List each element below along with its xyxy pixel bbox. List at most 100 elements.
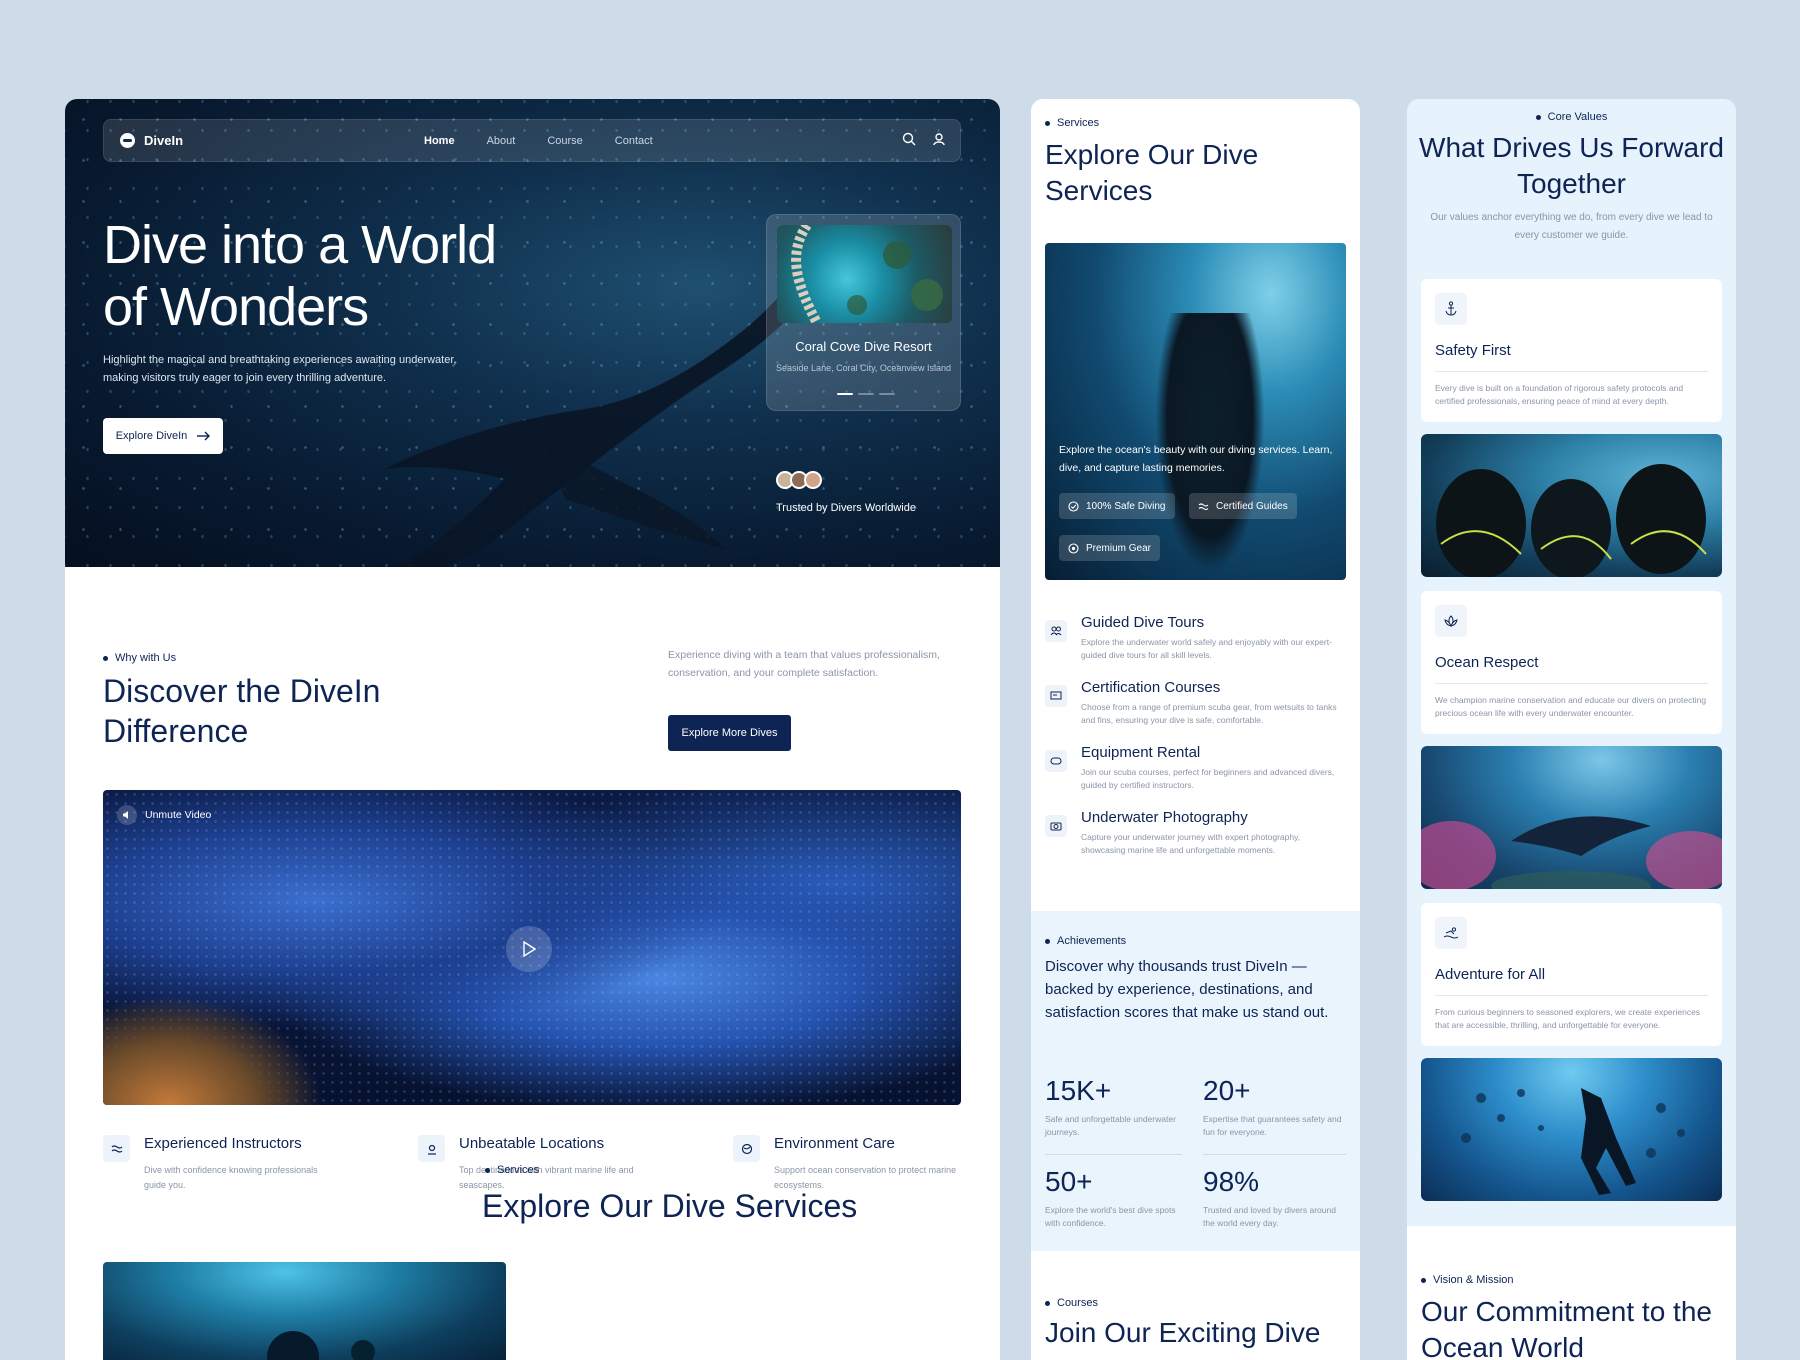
explore-divein-button[interactable]: Explore DiveIn	[103, 418, 223, 454]
trusted-text: Trusted by Divers Worldwide	[776, 502, 916, 514]
location-pin-icon	[418, 1135, 445, 1162]
premium-gear-pill: Premium Gear	[1059, 535, 1161, 561]
gear-icon	[1068, 542, 1079, 554]
achievements-text: Discover why thousands trust DiveIn — ba…	[1045, 958, 1329, 1021]
services-title: Explore Our Dive Services	[482, 1188, 858, 1224]
stat-journeys: 15K+ Safe and unforgettable underwater jo…	[1045, 1075, 1176, 1137]
unmute-video-button[interactable]: Unmute Video	[117, 805, 211, 825]
feature-title: Unbeatable Locations	[459, 1135, 605, 1152]
services-page-label: Services	[1045, 117, 1099, 129]
services-page-panel: Services Explore Our Dive Services Explo…	[1031, 99, 1360, 1360]
anchor-icon	[1435, 293, 1467, 325]
goggles-icon	[1045, 750, 1067, 772]
value-description: From curious beginners to seasoned explo…	[1435, 1007, 1701, 1030]
stat-expertise: 20+ Expertise that guarantees safety and …	[1203, 1075, 1342, 1137]
core-values-label: Core Values	[1407, 111, 1736, 123]
check-circle-icon	[1068, 500, 1079, 512]
services-label: Services	[485, 1164, 539, 1176]
speaker-icon	[117, 805, 137, 825]
diver-feature-image: Explore the ocean's beauty with our divi…	[1045, 243, 1346, 580]
value-title: Safety First	[1435, 342, 1511, 359]
why-description: Experience diving with a team that value…	[668, 649, 940, 679]
explore-divein-label: Explore DiveIn	[115, 430, 188, 442]
why-title: Discover the DiveIn Difference	[103, 673, 381, 749]
value-title: Adventure for All	[1435, 966, 1546, 983]
value-card-ocean-respect: Ocean Respect We champion marine conserv…	[1421, 591, 1722, 734]
stat-dive-spots: 50+ Explore the world's best dive spots w…	[1045, 1166, 1176, 1228]
service-title: Certification Courses	[1081, 679, 1221, 696]
resort-address: Seaside Lane, Coral City, Oceanview Isla…	[776, 363, 951, 373]
coral-decoration	[103, 995, 323, 1105]
manta-reef-photo	[1421, 746, 1722, 889]
avatar-group	[776, 471, 822, 489]
value-card-safety-first: Safety First Every dive is built on a fo…	[1421, 279, 1722, 422]
achievements-label: Achievements	[1045, 935, 1126, 947]
vision-label: Vision & Mission	[1421, 1274, 1514, 1286]
nav-course[interactable]: Course	[547, 135, 582, 147]
courses-title: Join Our Exciting Dive	[1045, 1317, 1321, 1348]
certified-guides-pill: Certified Guides	[1189, 493, 1297, 519]
group-icon	[1045, 620, 1067, 642]
service-title: Underwater Photography	[1081, 809, 1248, 826]
brand-logo[interactable]: DiveIn	[120, 133, 183, 148]
divider	[1045, 1154, 1182, 1155]
courses-label: Courses	[1045, 1297, 1098, 1309]
waves-icon	[1198, 501, 1209, 512]
video-player[interactable]: Unmute Video	[103, 790, 961, 1105]
brand-name: DiveIn	[144, 133, 184, 148]
carousel-indicator[interactable]	[837, 393, 895, 395]
user-icon[interactable]	[932, 132, 946, 146]
value-description: Every dive is built on a foundation of r…	[1435, 383, 1684, 406]
search-icon[interactable]	[902, 132, 916, 146]
swimmer-icon	[1435, 917, 1467, 949]
logo-icon	[120, 133, 135, 148]
why-label: Why with Us	[103, 652, 176, 664]
nav-icons	[902, 132, 946, 146]
divider	[1435, 683, 1708, 684]
achievements-section: Achievements Discover why thousands trus…	[1031, 911, 1360, 1251]
waves-icon	[103, 1135, 130, 1162]
feature-title: Experienced Instructors	[144, 1135, 302, 1152]
service-description: Explore the underwater world safely and …	[1081, 637, 1332, 660]
certificate-icon	[1045, 685, 1067, 707]
services-page-title: Explore Our Dive Services	[1045, 139, 1259, 206]
hero-title: Dive into a World of Wonders	[103, 215, 497, 337]
divider	[1435, 371, 1708, 372]
hero-section: DiveIn Home About Course Contact Dive in…	[65, 99, 1000, 567]
arrow-right-icon	[197, 431, 211, 441]
play-button[interactable]	[506, 926, 552, 972]
diver-fish-photo	[1421, 1058, 1722, 1201]
top-navbar: DiveIn Home About Course Contact	[103, 119, 961, 162]
camera-icon	[1045, 815, 1067, 837]
resort-card[interactable]: Coral Cove Dive Resort Seaside Lane, Cor…	[766, 214, 961, 411]
service-title: Guided Dive Tours	[1081, 614, 1205, 631]
feature-description: Dive with confidence knowing professiona…	[144, 1165, 318, 1190]
values-page-panel: Core Values What Drives Us Forward Toget…	[1407, 99, 1736, 1360]
play-icon	[522, 941, 536, 957]
values-title: What Drives Us Forward Together	[1419, 132, 1724, 199]
divider	[1435, 995, 1708, 996]
stat-satisfaction: 98% Trusted and loved by divers around th…	[1203, 1166, 1336, 1228]
avatar	[804, 471, 822, 489]
service-title: Equipment Rental	[1081, 744, 1201, 761]
explore-more-dives-button[interactable]: Explore More Dives	[668, 715, 791, 751]
nav-contact[interactable]: Contact	[615, 135, 653, 147]
services-preview-image	[103, 1262, 506, 1360]
feature-title: Environment Care	[774, 1135, 895, 1152]
service-description: Capture your underwater journey with exp…	[1081, 832, 1301, 855]
hero-description: Highlight the magical and breathtaking e…	[103, 354, 457, 384]
nav-home[interactable]: Home	[424, 135, 455, 147]
value-description: We champion marine conservation and educ…	[1435, 695, 1707, 718]
diver-image-text: Explore the ocean's beauty with our divi…	[1059, 444, 1333, 474]
nav-about[interactable]: About	[487, 135, 516, 147]
resort-image	[777, 225, 952, 323]
vision-title: Our Commitment to the Ocean World	[1421, 1296, 1712, 1360]
dive-gear-photo	[1421, 434, 1722, 577]
globe-icon	[733, 1135, 760, 1162]
service-description: Join our scuba courses, perfect for begi…	[1081, 767, 1335, 790]
resort-title: Coral Cove Dive Resort	[795, 339, 932, 354]
divider	[1203, 1154, 1346, 1155]
nav-links: Home About Course Contact	[424, 135, 653, 147]
service-description: Choose from a range of premium scuba gea…	[1081, 702, 1337, 725]
value-title: Ocean Respect	[1435, 654, 1539, 671]
